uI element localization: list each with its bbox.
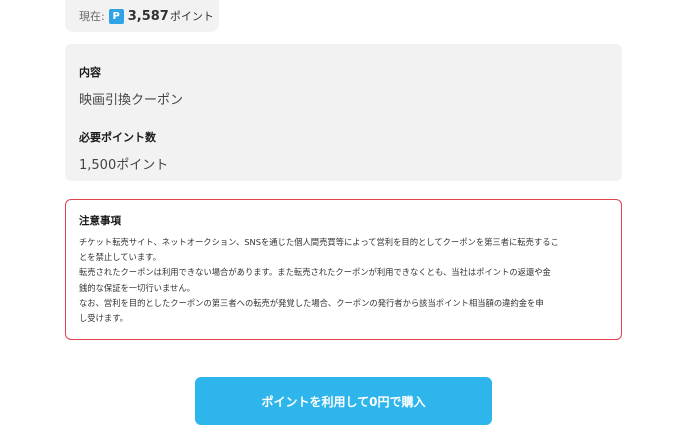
coupon-info-card: 内容 映画引換クーポン 必要ポイント数 1,500ポイント xyxy=(65,44,622,181)
content-title: 内容 xyxy=(79,66,101,79)
required-points-value: 1,500ポイント xyxy=(79,158,169,173)
balance-value: 3,587 xyxy=(127,8,169,24)
notice-title: 注意事項 xyxy=(79,215,121,227)
required-points-title: 必要ポイント数 xyxy=(79,131,156,144)
notice-text: チケット転売サイト、ネットオークション、SNSを通じた個人間売買等によって営利を… xyxy=(79,237,559,324)
notice-box: 注意事項 チケット転売サイト、ネットオークション、SNSを通じた個人間売買等によ… xyxy=(65,199,622,340)
purchase-with-points-button[interactable]: ポイントを利用して0円で購入 xyxy=(195,377,492,425)
point-balance-chip: 現在: P 3,587 ポイント xyxy=(65,0,219,32)
content-value: 映画引換クーポン xyxy=(79,93,184,108)
point-icon: P xyxy=(108,8,124,24)
balance-unit: ポイント xyxy=(169,10,214,23)
balance-label: 現在: xyxy=(79,10,105,23)
